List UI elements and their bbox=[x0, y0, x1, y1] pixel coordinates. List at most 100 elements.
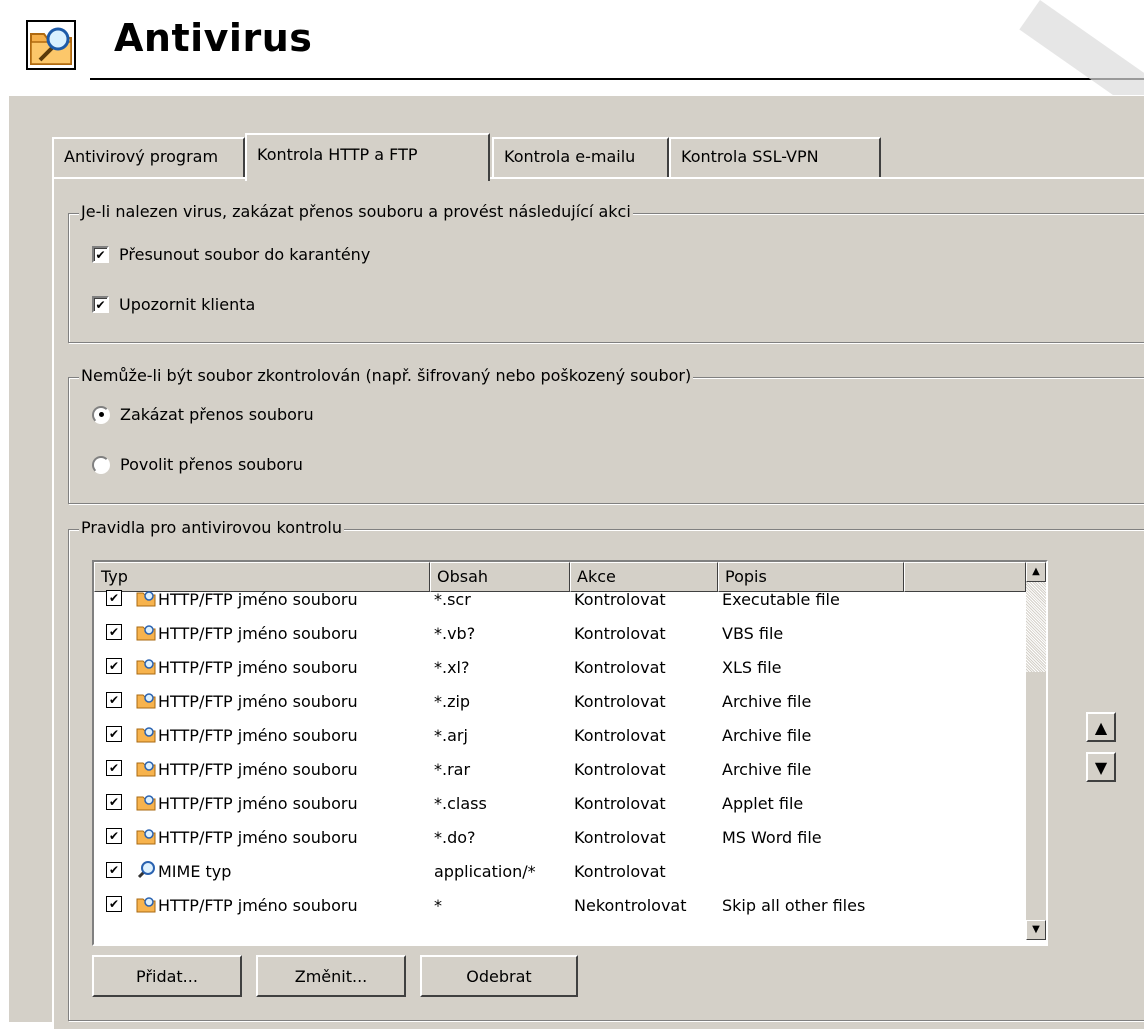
tab-http-ftp[interactable]: Kontrola HTTP a FTP bbox=[245, 133, 490, 181]
row-action: Kontrolovat bbox=[574, 624, 666, 643]
edit-button[interactable]: Změnit... bbox=[256, 955, 406, 997]
row-type: HTTP/FTP jméno souboru bbox=[158, 760, 358, 779]
block-transfer-option[interactable]: Zakázat přenos souboru bbox=[92, 405, 314, 424]
file-folder-icon bbox=[136, 758, 156, 778]
cannot-check-group: Nemůže-li být soubor zkontrolován (např.… bbox=[68, 366, 1144, 504]
file-folder-icon bbox=[136, 588, 156, 608]
triangle-down-icon: ▼ bbox=[1094, 757, 1108, 777]
table-row[interactable]: ✔ HTTP/FTP jméno souboru *.do? Kontrolovat M… bbox=[94, 822, 1026, 856]
row-type: HTTP/FTP jméno souboru bbox=[158, 590, 358, 609]
table-row[interactable]: ✔ HTTP/FTP jméno souboru *.xl? Kontrolovat X… bbox=[94, 652, 1026, 686]
row-description: VBS file bbox=[722, 624, 784, 643]
row-checkbox[interactable]: ✔ bbox=[106, 624, 122, 640]
page-header: Antivirus bbox=[0, 0, 1144, 110]
row-checkbox[interactable]: ✔ bbox=[106, 862, 122, 878]
row-checkbox[interactable]: ✔ bbox=[106, 896, 122, 912]
table-row[interactable]: ✔ HTTP/FTP jméno souboru * Nekontrolovat Ski… bbox=[94, 890, 1026, 924]
scroll-down-icon[interactable]: ▼ bbox=[1026, 920, 1046, 940]
row-type: HTTP/FTP jméno souboru bbox=[158, 658, 358, 677]
move-up-button[interactable]: ▲ bbox=[1086, 712, 1116, 742]
row-action: Kontrolovat bbox=[574, 794, 666, 813]
row-content: *.scr bbox=[434, 590, 471, 609]
table-row[interactable]: ✔ HTTP/FTP jméno souboru *.class Kontrolova… bbox=[94, 788, 1026, 822]
table-row[interactable]: ✔ HTTP/FTP jméno souboru *.arj Kontrolovat A… bbox=[94, 720, 1026, 754]
remove-button[interactable]: Odebrat bbox=[420, 955, 578, 997]
row-content: *.do? bbox=[434, 828, 476, 847]
table-row[interactable]: ✔ HTTP/FTP jméno souboru *.zip Kontrolovat A… bbox=[94, 686, 1026, 720]
decorative-stripe bbox=[1019, 0, 1144, 110]
block-transfer-radio[interactable] bbox=[92, 405, 110, 424]
virus-found-group-title: Je-li nalezen virus, zakázat přenos soub… bbox=[79, 202, 633, 221]
file-folder-icon bbox=[136, 894, 156, 914]
tab-antivirus-program[interactable]: Antivirový program bbox=[52, 137, 245, 177]
notify-client-option[interactable]: ✔ Upozornit klienta bbox=[92, 295, 255, 314]
row-checkbox[interactable]: ✔ bbox=[106, 726, 122, 742]
allow-transfer-label: Povolit přenos souboru bbox=[120, 455, 303, 474]
row-action: Kontrolovat bbox=[574, 828, 666, 847]
file-folder-icon bbox=[136, 656, 156, 676]
row-content: application/* bbox=[434, 862, 536, 881]
table-row[interactable]: ✔ MIME typ application/* Kontrolovat bbox=[94, 856, 1026, 890]
row-content: *.arj bbox=[434, 726, 468, 745]
allow-transfer-radio[interactable] bbox=[92, 455, 110, 474]
quarantine-label: Přesunout soubor do karantény bbox=[119, 245, 371, 264]
cannot-check-group-title: Nemůže-li být soubor zkontrolován (např.… bbox=[79, 366, 694, 385]
move-down-button[interactable]: ▼ bbox=[1086, 752, 1116, 782]
row-checkbox[interactable]: ✔ bbox=[106, 760, 122, 776]
row-description: Archive file bbox=[722, 726, 812, 745]
row-action: Kontrolovat bbox=[574, 726, 666, 745]
notify-client-checkbox[interactable]: ✔ bbox=[92, 296, 109, 313]
row-description: MS Word file bbox=[722, 828, 822, 847]
row-content: *.rar bbox=[434, 760, 471, 779]
row-type: HTTP/FTP jméno souboru bbox=[158, 794, 358, 813]
header-divider bbox=[90, 78, 1144, 80]
scroll-up-icon[interactable]: ▲ bbox=[1026, 562, 1046, 582]
row-content: *.vb? bbox=[434, 624, 476, 643]
table-row[interactable]: ✔ HTTP/FTP jméno souboru *.rar Kontrolovat A… bbox=[94, 754, 1026, 788]
rules-group-title: Pravidla pro antivirovou kontrolu bbox=[79, 518, 344, 537]
row-content: *.xl? bbox=[434, 658, 470, 677]
row-description: Applet file bbox=[722, 794, 804, 813]
vertical-scrollbar[interactable]: ▲ ▼ bbox=[1026, 562, 1046, 940]
tab-email[interactable]: Kontrola e-mailu bbox=[492, 137, 669, 177]
row-description: Executable file bbox=[722, 590, 840, 609]
virus-found-group: Je-li nalezen virus, zakázat přenos soub… bbox=[68, 202, 1144, 343]
row-action: Kontrolovat bbox=[574, 590, 666, 609]
row-checkbox[interactable]: ✔ bbox=[106, 658, 122, 674]
quarantine-checkbox[interactable]: ✔ bbox=[92, 246, 109, 263]
add-button[interactable]: Přidat... bbox=[92, 955, 242, 997]
file-folder-icon bbox=[136, 826, 156, 846]
quarantine-option[interactable]: ✔ Přesunout soubor do karantény bbox=[92, 245, 370, 264]
allow-transfer-option[interactable]: Povolit přenos souboru bbox=[92, 455, 303, 474]
table-row[interactable]: ✔ HTTP/FTP jméno souboru *.vb? Kontrolovat V… bbox=[94, 618, 1026, 652]
file-folder-icon bbox=[136, 690, 156, 710]
row-checkbox[interactable]: ✔ bbox=[106, 590, 122, 606]
row-checkbox[interactable]: ✔ bbox=[106, 828, 122, 844]
row-description: Skip all other files bbox=[722, 896, 866, 915]
rules-list[interactable]: Typ Obsah Akce Popis ✔ HTTP/FTP jméno sou… bbox=[92, 560, 1048, 946]
row-content: * bbox=[434, 896, 442, 915]
row-action: Kontrolovat bbox=[574, 658, 666, 677]
scroll-track-lower[interactable] bbox=[1026, 672, 1046, 920]
file-folder-icon bbox=[136, 792, 156, 812]
row-type: HTTP/FTP jméno souboru bbox=[158, 692, 358, 711]
triangle-up-icon: ▲ bbox=[1094, 717, 1108, 737]
row-content: *.class bbox=[434, 794, 487, 813]
row-action: Nekontrolovat bbox=[574, 896, 687, 915]
row-action: Kontrolovat bbox=[574, 862, 666, 881]
file-folder-icon bbox=[136, 724, 156, 744]
row-type: MIME typ bbox=[158, 862, 232, 881]
row-checkbox[interactable]: ✔ bbox=[106, 794, 122, 810]
tab-ssl-vpn[interactable]: Kontrola SSL-VPN bbox=[669, 137, 881, 177]
notify-client-label: Upozornit klienta bbox=[119, 295, 256, 314]
magnifier-icon bbox=[136, 860, 156, 880]
block-transfer-label: Zakázat přenos souboru bbox=[120, 405, 314, 424]
row-type: HTTP/FTP jméno souboru bbox=[158, 828, 358, 847]
row-type: HTTP/FTP jméno souboru bbox=[158, 896, 358, 915]
row-description: Archive file bbox=[722, 692, 812, 711]
page-title: Antivirus bbox=[114, 16, 313, 60]
row-description: XLS file bbox=[722, 658, 782, 677]
row-type: HTTP/FTP jméno souboru bbox=[158, 624, 358, 643]
row-checkbox[interactable]: ✔ bbox=[106, 692, 122, 708]
table-row[interactable]: ✔ HTTP/FTP jméno souboru *.scr Kontrolovat E… bbox=[94, 584, 1026, 618]
